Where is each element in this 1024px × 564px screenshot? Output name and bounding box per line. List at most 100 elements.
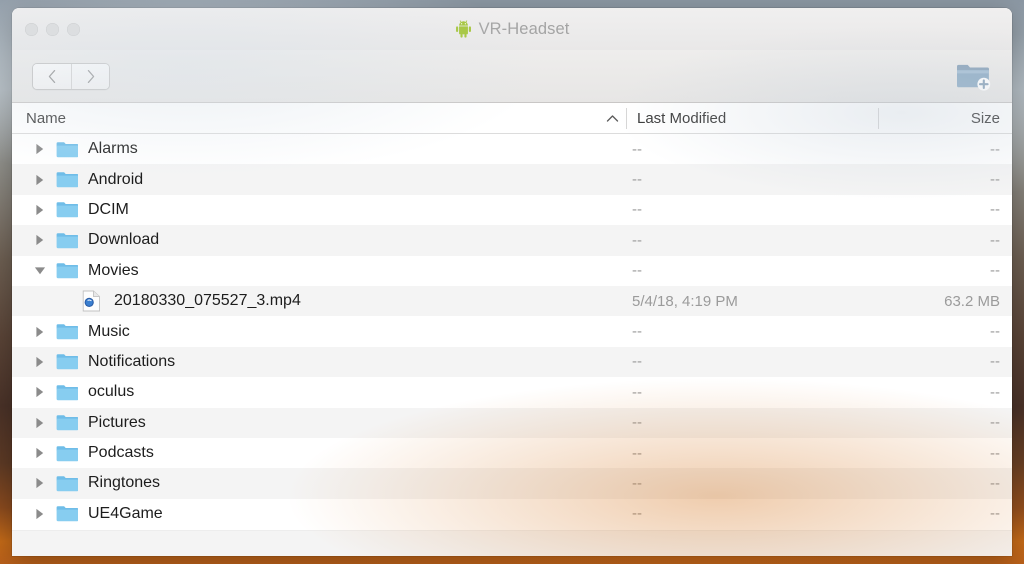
folder-icon	[56, 414, 78, 431]
android-robot-icon	[455, 20, 472, 38]
column-header-row: Name Last Modified Size	[12, 103, 1012, 134]
table-row[interactable]: Alarms -- --	[12, 134, 1012, 165]
table-row[interactable]: 20180330_075527_3.mp4 5/4/18, 4:19 PM 63.2…	[12, 285, 1012, 317]
disclosure-triangle-closed-icon[interactable]	[34, 417, 46, 429]
table-row[interactable]: Android -- --	[12, 164, 1012, 195]
folder-icon	[56, 323, 78, 340]
row-last-modified: --	[632, 474, 642, 492]
table-row[interactable]: Music -- --	[12, 316, 1012, 347]
row-name: Android	[88, 170, 144, 188]
minimize-button[interactable]	[46, 22, 59, 36]
new-folder-button[interactable]	[952, 57, 994, 95]
row-size: --	[990, 505, 1000, 523]
row-size: --	[990, 201, 1000, 219]
row-last-modified: --	[632, 171, 642, 189]
row-size: --	[990, 414, 1000, 432]
row-last-modified: --	[632, 140, 642, 158]
folder-icon	[56, 141, 78, 158]
folder-icon	[56, 171, 78, 188]
row-last-modified: --	[632, 505, 642, 523]
close-button[interactable]	[25, 22, 38, 36]
disclosure-triangle-closed-icon[interactable]	[34, 143, 46, 155]
window-footer	[12, 530, 1012, 556]
disclosure-triangle-closed-icon[interactable]	[34, 174, 46, 186]
table-row[interactable]: oculus -- --	[12, 377, 1012, 408]
column-header-last-modified[interactable]: Last Modified	[637, 103, 726, 134]
row-size: 63.2 MB	[944, 292, 1000, 310]
row-size: --	[990, 444, 1000, 462]
column-divider-modified-size[interactable]	[878, 108, 879, 129]
new-folder-icon	[954, 60, 992, 92]
disclosure-triangle-closed-icon[interactable]	[34, 386, 46, 398]
column-header-size[interactable]: Size	[971, 103, 1000, 134]
row-size: --	[990, 383, 1000, 401]
row-last-modified: --	[632, 353, 642, 371]
disclosure-triangle-closed-icon[interactable]	[34, 234, 46, 246]
file-list[interactable]: Alarms -- -- Android -- -- DCIM -- -- Download -- -…	[12, 134, 1012, 530]
folder-icon	[56, 384, 78, 401]
traffic-light-group	[12, 22, 80, 36]
row-last-modified: --	[632, 414, 642, 432]
zoom-button[interactable]	[67, 22, 80, 36]
back-button[interactable]	[33, 63, 71, 89]
row-last-modified: --	[632, 201, 642, 219]
row-name: Music	[88, 322, 130, 340]
table-row[interactable]: UE4Game -- --	[12, 498, 1012, 530]
row-size: --	[990, 353, 1000, 371]
row-name: Podcasts	[88, 444, 154, 462]
navigation-button-group	[32, 62, 110, 90]
folder-icon	[56, 262, 78, 279]
table-row[interactable]: DCIM -- --	[12, 194, 1012, 226]
row-last-modified: --	[632, 383, 642, 401]
row-size: --	[990, 171, 1000, 189]
folder-icon	[56, 505, 78, 522]
row-size: --	[990, 231, 1000, 249]
folder-icon	[56, 475, 78, 492]
window-toolbar	[12, 50, 1012, 103]
disclosure-triangle-closed-icon[interactable]	[34, 508, 46, 520]
row-last-modified: --	[632, 323, 642, 341]
row-name: Ringtones	[88, 474, 161, 492]
table-row[interactable]: Movies -- --	[12, 255, 1012, 286]
row-name: oculus	[88, 383, 135, 401]
video-file-icon	[82, 290, 101, 312]
folder-icon	[56, 445, 78, 462]
window-titlebar[interactable]: VR-Headset	[12, 8, 1012, 50]
row-name: 20180330_075527_3.mp4	[114, 292, 301, 310]
file-list-empty-area[interactable]	[12, 529, 1012, 530]
disclosure-triangle-closed-icon[interactable]	[34, 204, 46, 216]
column-divider-name-modified[interactable]	[626, 108, 627, 129]
disclosure-triangle-closed-icon[interactable]	[34, 477, 46, 489]
disclosure-triangle-closed-icon[interactable]	[34, 326, 46, 338]
row-name: UE4Game	[88, 504, 163, 522]
row-last-modified: 5/4/18, 4:19 PM	[632, 292, 738, 310]
disclosure-triangle-closed-icon[interactable]	[34, 356, 46, 368]
row-size: --	[990, 140, 1000, 158]
row-last-modified: --	[632, 444, 642, 462]
row-last-modified: --	[632, 262, 642, 280]
folder-icon	[56, 232, 78, 249]
chevron-right-icon	[85, 69, 96, 84]
file-browser-window: VR-Headset Name Last Modified Size Alarm…	[12, 8, 1012, 556]
row-name: Alarms	[88, 140, 138, 158]
folder-icon	[56, 201, 78, 218]
table-row[interactable]: Download -- --	[12, 225, 1012, 256]
disclosure-triangle-closed-icon[interactable]	[34, 447, 46, 459]
row-name: Download	[88, 231, 160, 249]
row-name: DCIM	[88, 200, 129, 218]
disclosure-triangle-open-icon[interactable]	[34, 266, 46, 276]
table-row[interactable]: Ringtones -- --	[12, 468, 1012, 499]
row-size: --	[990, 262, 1000, 280]
window-title: VR-Headset	[478, 19, 570, 38]
row-size: --	[990, 323, 1000, 341]
column-header-name[interactable]: Name	[26, 103, 66, 134]
sort-ascending-icon[interactable]	[606, 103, 619, 134]
table-row[interactable]: Pictures -- --	[12, 407, 1012, 438]
table-row[interactable]: Podcasts -- --	[12, 437, 1012, 469]
window-title-group: VR-Headset	[12, 8, 1012, 50]
row-name: Notifications	[88, 352, 176, 370]
table-row[interactable]: Notifications -- --	[12, 346, 1012, 378]
row-size: --	[990, 474, 1000, 492]
forward-button[interactable]	[71, 63, 109, 89]
row-name: Pictures	[88, 413, 146, 431]
